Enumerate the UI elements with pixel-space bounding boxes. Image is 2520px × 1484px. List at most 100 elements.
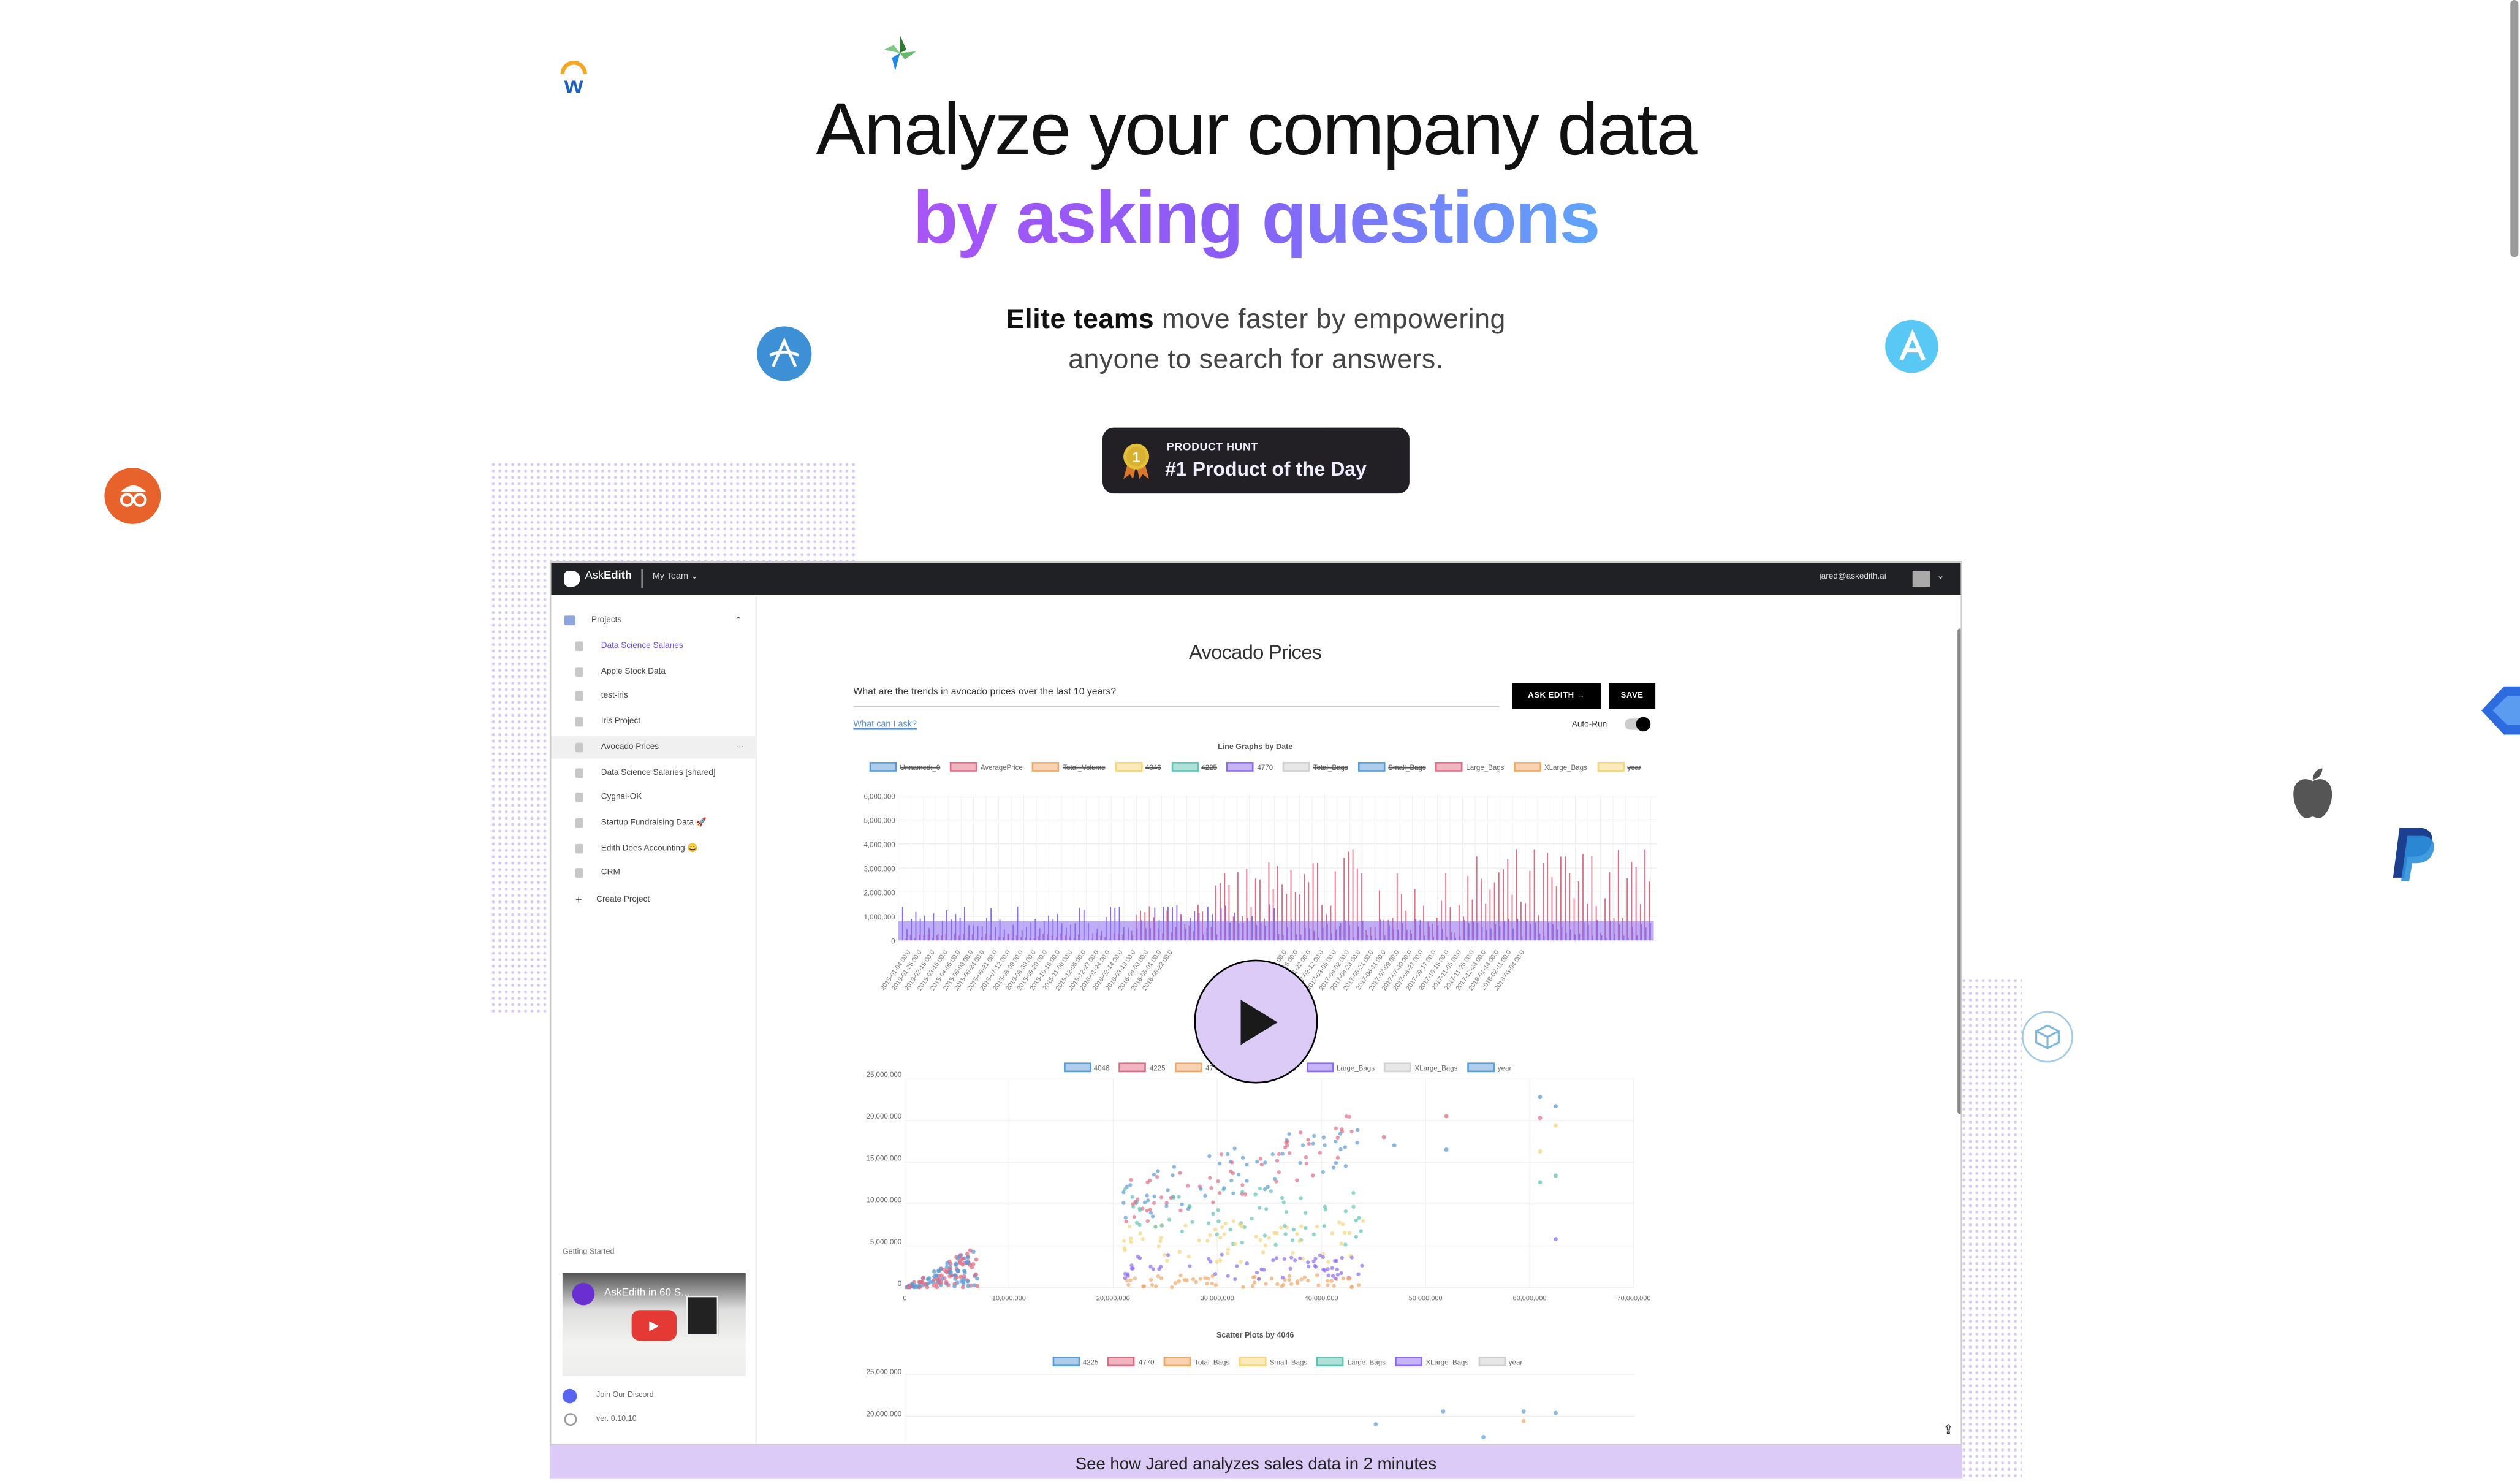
scatter-point	[1198, 1277, 1203, 1281]
sidebar-item-project[interactable]: test-iris	[552, 685, 757, 708]
legend-item[interactable]: AveragePrice	[950, 762, 1023, 772]
scatter-point	[1340, 1222, 1345, 1227]
file-icon	[575, 843, 583, 853]
scatter-point	[1252, 1280, 1257, 1285]
save-button[interactable]: SAVE	[1609, 683, 1656, 709]
main-scrollbar[interactable]	[1957, 628, 1961, 1114]
legend-item[interactable]: 4225	[1119, 1062, 1166, 1073]
scatter-point	[1145, 1180, 1150, 1184]
scatter-point	[1333, 1276, 1337, 1281]
scatter-point	[1338, 1147, 1343, 1152]
legend-item[interactable]: year	[1478, 1357, 1522, 1367]
scatter-point	[1166, 1188, 1170, 1192]
sidebar-item-project[interactable]: Apple Stock Data	[552, 660, 757, 683]
legend-item[interactable]: 4770	[1226, 762, 1273, 772]
legend-item[interactable]: Large_Bags	[1316, 1357, 1386, 1367]
account-chevron-icon[interactable]: ⌄	[1937, 571, 1945, 582]
scatter-point	[1258, 1206, 1262, 1210]
scatter-point	[1297, 1239, 1302, 1243]
legend-label: 4770	[1138, 1357, 1155, 1366]
scatter-point	[1215, 1260, 1219, 1264]
sidebar-item-project[interactable]: Data Science Salaries	[552, 635, 757, 658]
sidebar-item-project[interactable]: Avocado Prices ···	[551, 736, 757, 759]
chevron-down-icon: ⌄	[690, 572, 699, 582]
what-can-i-ask-link[interactable]: What can I ask?	[854, 720, 917, 730]
chart3-title: Scatter Plots by 4046	[1216, 1333, 1294, 1341]
scatter-point	[1335, 1273, 1340, 1277]
youtube-play-icon[interactable]: ▶	[631, 1310, 677, 1341]
legend-swatch	[1175, 1062, 1202, 1073]
chart2-y-axis: 25,000,000 20,000,000 15,000,000 10,000,000…	[837, 1071, 902, 1296]
sidebar-item-project[interactable]: Startup Fundraising Data 🚀	[552, 812, 757, 834]
scatter-point	[1311, 1232, 1316, 1236]
legend-item[interactable]: Small_Bags	[1239, 1357, 1307, 1367]
legend-item[interactable]: Total_Volume	[1032, 762, 1106, 772]
legend-item[interactable]: XLarge_Bags	[1384, 1062, 1457, 1073]
scatter-point	[1126, 1282, 1131, 1287]
y-tick-label: 4,000,000	[863, 840, 895, 849]
legend-item[interactable]: XLarge_Bags	[1395, 1357, 1468, 1367]
legend-item[interactable]: Total_Bags	[1164, 1357, 1229, 1367]
legend-item[interactable]: Large_Bags	[1306, 1062, 1375, 1073]
query-input[interactable]: What are the trends in avocado prices ov…	[853, 688, 1500, 707]
sidebar-item-project[interactable]: CRM	[552, 862, 757, 885]
chevron-up-icon[interactable]: ⌃	[734, 615, 742, 626]
scatter-point	[1240, 1190, 1245, 1194]
sidebar-item-project[interactable]: Edith Does Accounting 😀	[552, 837, 757, 859]
scatter-point	[1263, 1160, 1267, 1165]
legend-item[interactable]: 4046	[1063, 1062, 1109, 1073]
scatter-point	[1311, 1259, 1316, 1264]
team-selector[interactable]: My Team ⌄	[653, 573, 698, 582]
scatter-point	[1306, 1278, 1310, 1283]
scatter-point	[1295, 1178, 1299, 1182]
more-options-icon[interactable]: ···	[736, 742, 745, 752]
create-project-button[interactable]: + Create Project	[552, 889, 757, 911]
play-video-button[interactable]	[1194, 959, 1318, 1084]
scatter-point	[1280, 1195, 1285, 1200]
legend-item[interactable]: 4770	[1108, 1357, 1155, 1367]
scatter-point	[1280, 1152, 1285, 1156]
scatter-point	[927, 1276, 932, 1280]
scatter-point	[1258, 1238, 1262, 1242]
avatar[interactable]	[1912, 570, 1930, 587]
scatter-point	[1156, 1244, 1161, 1249]
legend-item[interactable]: 4225	[1052, 1357, 1098, 1367]
scatter-point	[1167, 1217, 1172, 1222]
auto-run-label: Auto-Run	[1571, 720, 1607, 730]
legend-swatch	[1357, 762, 1386, 772]
legend-item[interactable]: Total_Bags	[1282, 762, 1348, 772]
scatter-point	[965, 1279, 970, 1284]
plus-icon: +	[575, 894, 582, 906]
scatter-point	[1307, 1141, 1311, 1146]
legend-item[interactable]: XLarge_Bags	[1514, 762, 1587, 772]
dot-pattern-right	[1960, 977, 2022, 1479]
scatter-point	[1312, 1133, 1316, 1138]
scatter-point	[1538, 1116, 1543, 1121]
sidebar-item-project[interactable]: Cygnal-OK	[552, 786, 757, 809]
sidebar-item-project[interactable]: Iris Project	[552, 710, 757, 733]
legend-swatch	[1226, 762, 1254, 772]
scatter-point	[1298, 1256, 1302, 1261]
projects-header[interactable]: Projects ⌃	[552, 609, 757, 632]
video-caption-bar: See how Jared analyzes sales data in 2 m…	[549, 1445, 1963, 1479]
scatter-point	[1275, 1282, 1280, 1286]
discord-link[interactable]: Join Our Discord	[596, 1392, 654, 1400]
share-icon[interactable]: ⇪	[1943, 1423, 1954, 1437]
legend-item[interactable]: Small_Bags	[1357, 762, 1426, 772]
scatter-point	[1274, 1256, 1279, 1260]
legend-item[interactable]: year	[1467, 1062, 1511, 1073]
legend-item[interactable]: Unnamed:_0	[869, 762, 940, 772]
getting-started-video-thumbnail[interactable]: AskEdith in 60 S... ▶	[562, 1273, 746, 1376]
legend-item[interactable]: Large_Bags	[1435, 762, 1504, 772]
scatter-point	[1237, 1173, 1241, 1177]
scatter-point	[1334, 1258, 1339, 1263]
product-hunt-badge[interactable]: 1 PRODUCT HUNT #1 Product of the Day	[1102, 427, 1410, 494]
ask-edith-button[interactable]: ASK EDITH →	[1512, 683, 1601, 709]
scatter-point	[1254, 1270, 1259, 1275]
auto-run-toggle[interactable]	[1625, 717, 1651, 732]
legend-item[interactable]: 4046	[1115, 762, 1161, 772]
legend-item[interactable]: 4225	[1171, 762, 1217, 772]
legend-item[interactable]: year	[1596, 762, 1641, 772]
sidebar-item-project[interactable]: Data Science Salaries [shared]	[552, 761, 757, 784]
scatter-point	[1322, 1224, 1326, 1228]
